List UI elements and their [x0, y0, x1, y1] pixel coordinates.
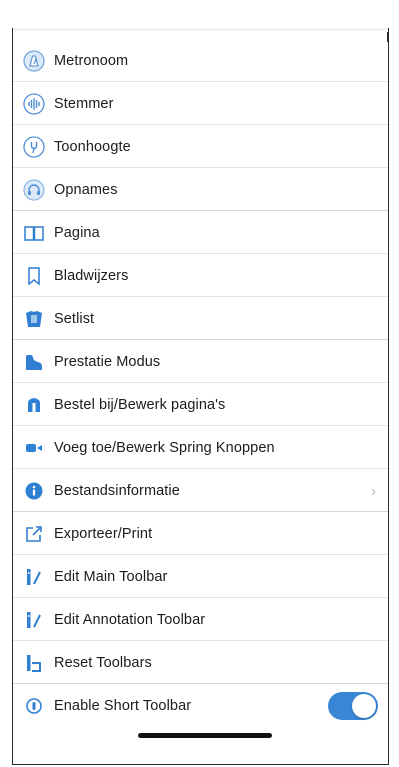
- menu-item-label: Setlist: [54, 310, 95, 327]
- menu-item-pagina[interactable]: Pagina: [13, 211, 388, 254]
- menu-item-label: Reset Toolbars: [54, 654, 152, 671]
- reset-icon: [23, 652, 45, 674]
- menu-item-edit-main-toolbar[interactable]: Edit Main Toolbar: [13, 555, 388, 598]
- menu-item-label: Voeg toe/Bewerk Spring Knoppen: [54, 439, 275, 456]
- menu-item-label: Toonhoogte: [54, 138, 131, 155]
- reorder-pages-icon: [23, 394, 45, 416]
- menu-item-prestatie-modus[interactable]: Prestatie Modus: [13, 340, 388, 383]
- jump-button-icon: [23, 437, 45, 459]
- menu-sheet: Metronoom Stemmer Toonhoogte Opnames Pag…: [12, 28, 389, 765]
- menu-list: Metronoom Stemmer Toonhoogte Opnames Pag…: [13, 39, 388, 727]
- pitch-fork-icon: [23, 135, 45, 158]
- menu-item-enable-short-toolbar: Enable Short Toolbar: [13, 684, 388, 727]
- short-toolbar-toggle[interactable]: [328, 692, 378, 720]
- bookmark-icon: [23, 265, 45, 287]
- headphones-icon: [23, 178, 45, 201]
- book-icon: [23, 222, 45, 244]
- menu-item-metronoom[interactable]: Metronoom: [13, 39, 388, 82]
- menu-item-exporteer-print[interactable]: Exporteer/Print: [13, 512, 388, 555]
- sheet-top-edge: [13, 28, 388, 31]
- menu-item-bestel-bewerk-paginas[interactable]: Bestel bij/Bewerk pagina's: [13, 383, 388, 426]
- menu-item-label: Stemmer: [54, 95, 114, 112]
- menu-item-label: Opnames: [54, 181, 118, 198]
- menu-item-label: Edit Annotation Toolbar: [54, 611, 206, 628]
- menu-item-stemmer[interactable]: Stemmer: [13, 82, 388, 125]
- metronome-icon: [23, 49, 45, 72]
- menu-item-label: Pagina: [54, 224, 100, 241]
- menu-item-bestandsinformatie[interactable]: Bestandsinformatie ›: [13, 469, 388, 512]
- menu-item-label: Exporteer/Print: [54, 525, 153, 542]
- piano-icon: [23, 351, 45, 373]
- menu-item-label: Bestel bij/Bewerk pagina's: [54, 396, 226, 413]
- info-icon: [23, 480, 45, 502]
- menu-item-bladwijzers[interactable]: Bladwijzers: [13, 254, 388, 297]
- menu-item-label: Prestatie Modus: [54, 353, 161, 370]
- menu-item-reset-toolbars[interactable]: Reset Toolbars: [13, 641, 388, 684]
- menu-item-label: Enable Short Toolbar: [54, 697, 192, 714]
- toggle-knob: [352, 694, 376, 718]
- menu-item-label: Edit Main Toolbar: [54, 568, 168, 585]
- menu-item-spring-knoppen[interactable]: Voeg toe/Bewerk Spring Knoppen: [13, 426, 388, 469]
- menu-item-label: Bladwijzers: [54, 267, 129, 284]
- home-indicator: [138, 733, 272, 738]
- menu-item-opnames[interactable]: Opnames: [13, 168, 388, 211]
- edit-toolbar-icon: [23, 609, 45, 631]
- menu-item-edit-annotation-toolbar[interactable]: Edit Annotation Toolbar: [13, 598, 388, 641]
- menu-item-label: Bestandsinformatie: [54, 482, 180, 499]
- chevron-right-icon: ›: [371, 483, 376, 500]
- tuner-icon: [23, 92, 45, 115]
- menu-item-toonhoogte[interactable]: Toonhoogte: [13, 125, 388, 168]
- menu-item-label: Metronoom: [54, 52, 129, 69]
- export-icon: [23, 523, 45, 545]
- edit-toolbar-icon: [23, 566, 45, 588]
- setlist-icon: [23, 308, 45, 330]
- menu-item-setlist[interactable]: Setlist: [13, 297, 388, 340]
- short-toolbar-icon: [23, 695, 45, 717]
